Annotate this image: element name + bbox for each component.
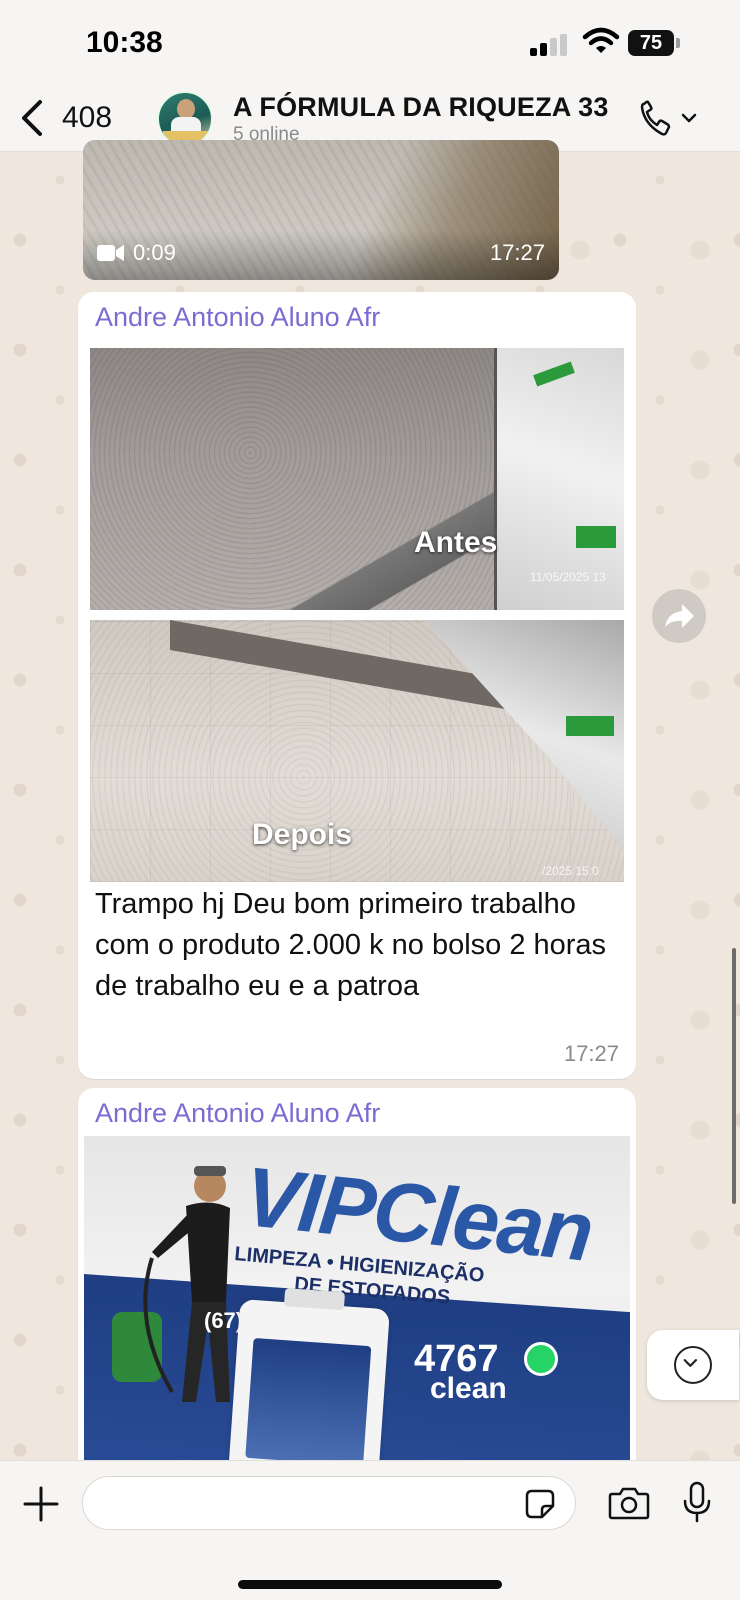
photo-after[interactable]: Depois /2025 15:0 <box>90 620 624 882</box>
group-title[interactable]: A FÓRMULA DA RIQUEZA 33 <box>233 92 609 123</box>
photo-caption: Antes <box>414 526 498 559</box>
whatsapp-logo-icon <box>524 1342 558 1376</box>
status-time: 10:38 <box>86 26 163 59</box>
chat-header: 10:38 75 408 A FÓRMULA DA RIQUEZA 33 5 o… <box>0 0 740 152</box>
photo-product[interactable]: VIPClean LIMPEZA • HIGIENIZAÇÃO DE ESTOF… <box>84 1136 630 1468</box>
sticker-icon[interactable] <box>524 1488 556 1520</box>
phone-icon <box>640 100 671 136</box>
message-input[interactable] <box>82 1476 576 1530</box>
message-time: 17:27 <box>563 1041 619 1066</box>
camera-icon[interactable] <box>608 1486 650 1520</box>
unread-count: 408 <box>62 101 113 134</box>
call-button[interactable] <box>638 98 704 138</box>
battery-indicator: 75 <box>628 30 680 56</box>
message-bubble[interactable]: Andre Antonio Aluno Afr VIPClean LIMPEZA… <box>78 1088 636 1468</box>
message-input-bar <box>0 1460 740 1600</box>
mic-icon[interactable] <box>681 1481 713 1523</box>
photo-timestamp: 11/05/2025 13 <box>530 570 606 584</box>
wifi-icon <box>582 27 620 53</box>
chevron-down-circle-icon <box>674 1346 712 1384</box>
photo-caption: Depois <box>252 818 353 851</box>
video-duration: 0:09 <box>133 240 176 265</box>
video-camera-icon <box>97 245 124 261</box>
home-indicator <box>238 1580 502 1589</box>
sender-name[interactable]: Andre Antonio Aluno Afr <box>95 1098 380 1129</box>
forward-button[interactable] <box>652 589 706 643</box>
photo-timestamp: /2025 15:0 <box>542 864 599 878</box>
photo-web-text: clean <box>430 1372 507 1405</box>
scroll-to-bottom-button[interactable] <box>647 1330 739 1400</box>
back-button[interactable]: 408 <box>18 96 128 140</box>
sender-name[interactable]: Andre Antonio Aluno Afr <box>95 302 380 333</box>
photo-before[interactable]: Antes 11/05/2025 13 <box>90 348 624 610</box>
message-text: Trampo hj Deu bom primeiro trabalho com … <box>95 888 607 1002</box>
chevron-left-icon <box>22 100 42 136</box>
photo-person-figure <box>112 1166 230 1402</box>
video-message[interactable]: 0:09 17:27 <box>83 140 559 280</box>
cellular-signal-icon <box>530 34 568 56</box>
message-bubble[interactable]: Andre Antonio Aluno Afr Antes 11/05/2025… <box>78 292 636 1079</box>
group-avatar[interactable] <box>158 92 212 146</box>
plus-icon[interactable] <box>22 1485 60 1523</box>
chevron-down-icon <box>681 113 697 123</box>
message-time: 17:27 <box>489 240 545 265</box>
photo-bottle <box>228 1288 390 1468</box>
forward-icon <box>665 604 694 628</box>
scrollbar[interactable] <box>732 948 736 1204</box>
